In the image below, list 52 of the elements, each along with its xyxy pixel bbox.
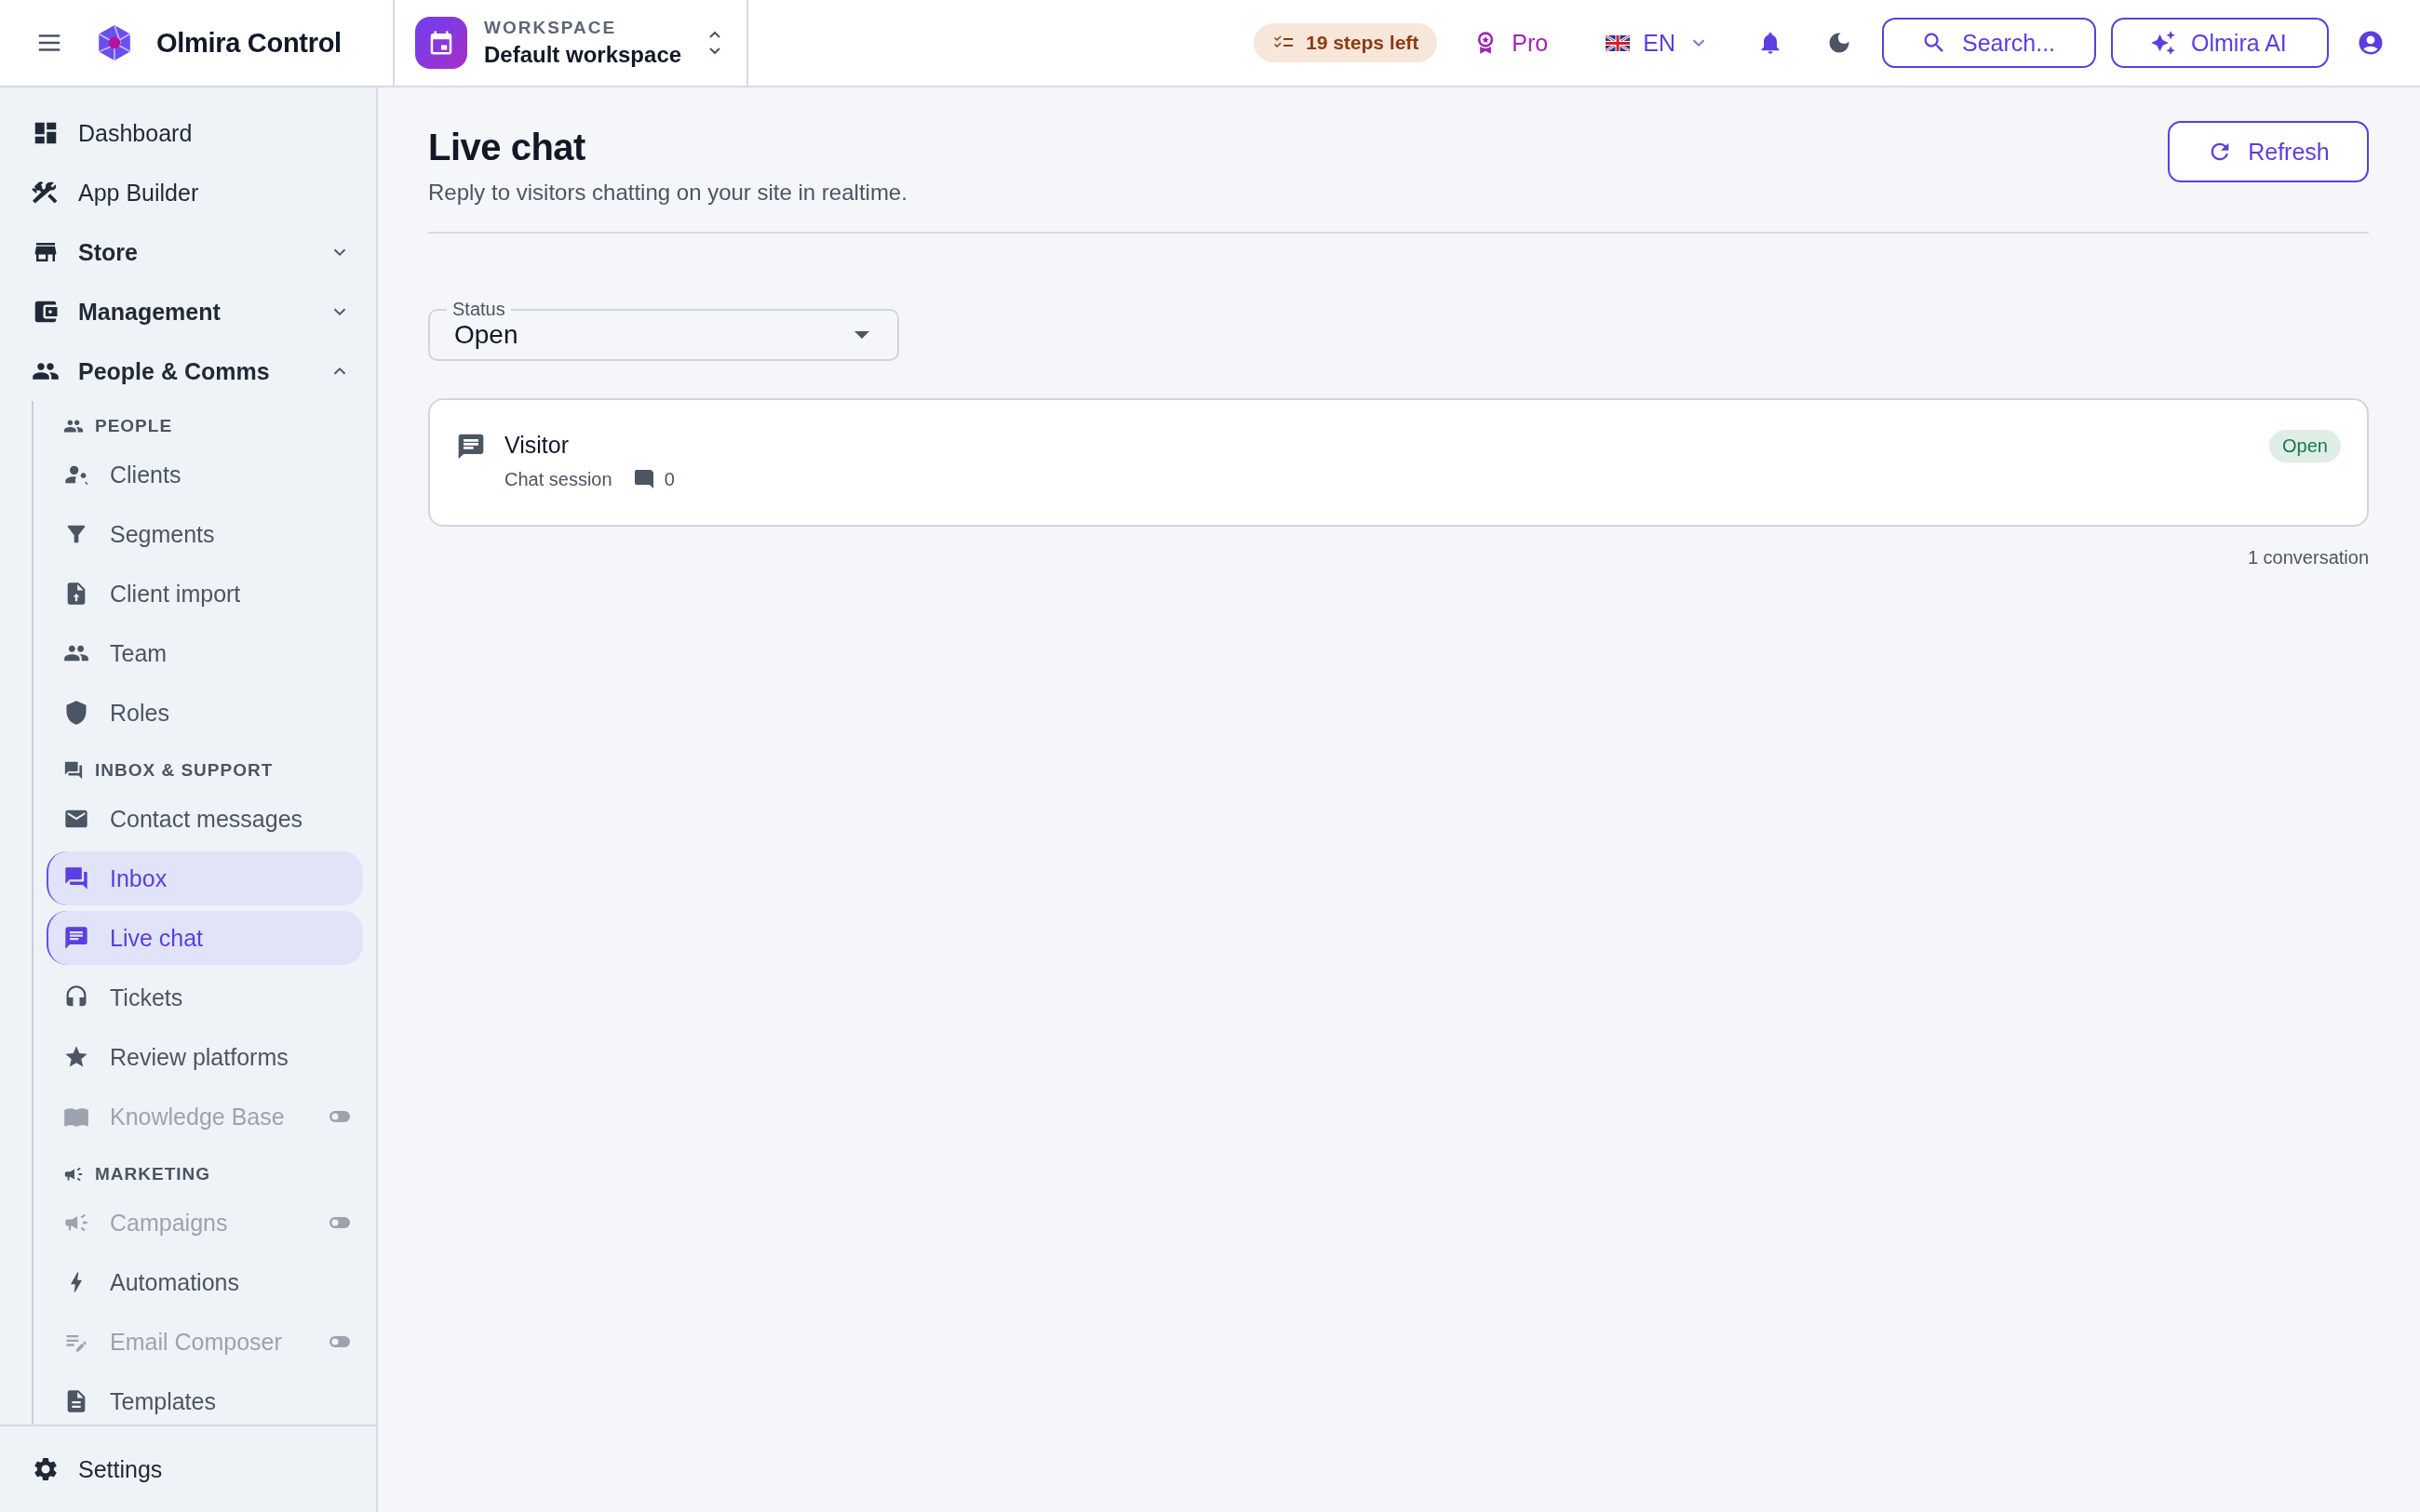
comment-icon [632, 468, 655, 490]
page-subtitle: Reply to visitors chatting on your site in realtime. [428, 180, 908, 206]
sidebar-item[interactable]: Segments [47, 507, 363, 561]
section-heading: PEOPLE [47, 401, 363, 442]
sidebar-item[interactable]: App Builder [28, 163, 363, 222]
sidebar-group[interactable]: Store [28, 222, 363, 282]
message-count: 0 [664, 468, 675, 490]
sidebar-item[interactable]: Tickets [47, 970, 363, 1024]
sidebar-group[interactable]: Management [28, 282, 363, 341]
session-type: Chat session [504, 468, 612, 490]
refresh-button[interactable]: Refresh [2168, 121, 2369, 182]
plan-link[interactable]: Pro [1472, 29, 1549, 57]
sidebar-group[interactable]: People & Comms [28, 341, 363, 401]
search-button[interactable]: Search... [1882, 18, 2096, 68]
sidebar-item[interactable]: Automations [47, 1255, 363, 1309]
chat-bubbles-icon [63, 865, 89, 891]
settings-icon [32, 1455, 60, 1483]
page-title: Live chat [428, 127, 586, 168]
toggle-icon [329, 1111, 350, 1122]
workspace-name: Default workspace [484, 42, 683, 68]
sidebar-item[interactable]: Roles [47, 686, 363, 740]
sidebar-item[interactable]: Clients [47, 448, 363, 502]
visitor-name: Visitor [504, 432, 570, 459]
chat-icon [63, 925, 89, 951]
toggle-icon [329, 1217, 350, 1228]
section-heading: INBOX & SUPPORT [47, 745, 363, 786]
account-icon [2357, 29, 2385, 57]
sidebar-item[interactable]: Contact messages [47, 792, 363, 846]
caret-icon [854, 331, 869, 339]
workspace-label: WORKSPACE [484, 18, 618, 38]
conversation-card[interactable]: Visitor Chat session 0 Open [428, 398, 2369, 527]
workspace-switcher[interactable]: WORKSPACE Default workspace [395, 0, 748, 86]
toggle-icon [329, 1336, 350, 1347]
sidebar-item[interactable]: Templates [47, 1374, 363, 1425]
sidebar-item[interactable]: Live chat [47, 911, 363, 965]
conversation-count: 1 conversation [2246, 547, 2369, 569]
language-selector[interactable]: EN [1606, 29, 1709, 57]
steps-badge[interactable]: 19 steps left [1253, 23, 1438, 62]
app-name: Olmira Control [156, 27, 342, 59]
ai-button[interactable]: Olmira AI [2111, 18, 2329, 68]
sidebar-item[interactable]: Review platforms [47, 1030, 363, 1084]
calendar-icon [415, 17, 467, 69]
sidebar-item[interactable]: Client import [47, 567, 363, 621]
settings-link[interactable]: Settings [0, 1425, 376, 1512]
sparkle-icon [2150, 30, 2176, 56]
sidebar-item[interactable]: Inbox [47, 851, 363, 905]
chat-bubbles-icon [63, 760, 84, 781]
status-badge: Open [2269, 430, 2341, 462]
flag-icon [1606, 34, 1631, 51]
section-heading: MARKETING [47, 1149, 363, 1190]
sidebar-item[interactable]: Dashboard [28, 103, 363, 163]
sidebar-item[interactable]: Team [47, 626, 363, 680]
